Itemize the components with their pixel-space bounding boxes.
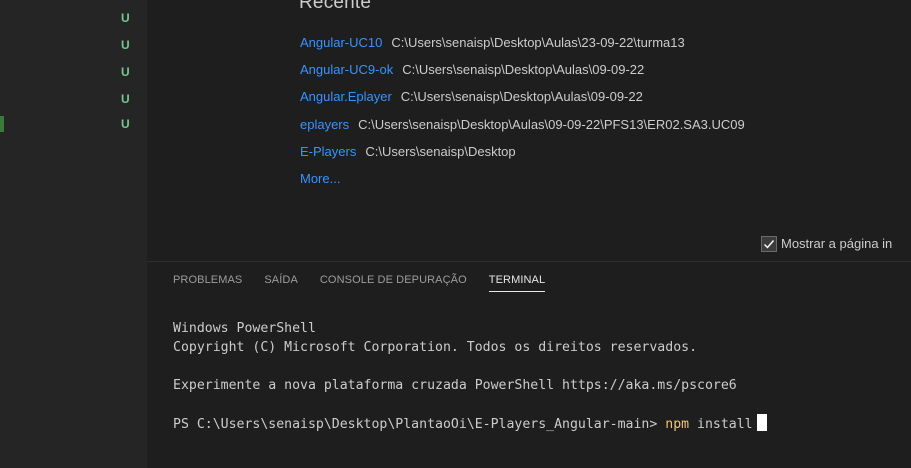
recent-folder-link[interactable]: Angular-UC10 bbox=[300, 35, 382, 50]
recent-heading: Recente bbox=[299, 0, 372, 13]
git-untracked-badge: U bbox=[121, 38, 130, 52]
terminal-line: Experimente a nova plataforma cruzada Po… bbox=[173, 378, 737, 393]
recent-item: eplayers C:\Users\senaisp\Desktop\Aulas\0… bbox=[300, 116, 745, 143]
bottom-panel: PROBLEMAS SAÍDA CONSOLE DE DEPURAÇÃO TER… bbox=[147, 261, 911, 468]
more-recent-link[interactable]: More... bbox=[300, 171, 340, 186]
show-welcome-checkbox[interactable] bbox=[761, 236, 777, 252]
tab-terminal[interactable]: TERMINAL bbox=[488, 274, 546, 292]
recent-folder-path: C:\Users\senaisp\Desktop bbox=[365, 143, 516, 159]
checkmark-icon bbox=[764, 240, 775, 249]
recent-folder-path: C:\Users\senaisp\Desktop\Aulas\09-09-22\… bbox=[358, 116, 745, 132]
recent-item: E-Players C:\Users\senaisp\Desktop bbox=[300, 143, 745, 170]
show-welcome-on-startup[interactable]: Mostrar a página in bbox=[761, 236, 892, 252]
terminal-line: Copyright (C) Microsoft Corporation. Tod… bbox=[173, 340, 698, 355]
recent-folder-path: C:\Users\senaisp\Desktop\Aulas\23-09-22\… bbox=[391, 35, 685, 50]
tab-problems[interactable]: PROBLEMAS bbox=[173, 274, 242, 292]
terminal-prompt: PS C:\Users\senaisp\Desktop\PlantaoOi\E-… bbox=[173, 417, 666, 432]
recent-folder-path: C:\Users\senaisp\Desktop\Aulas\09-09-22 bbox=[400, 89, 643, 105]
show-welcome-label: Mostrar a página in bbox=[781, 236, 893, 251]
recent-folder-link[interactable]: E-Players bbox=[300, 144, 356, 159]
explorer-sidebar: U U U U U bbox=[0, 0, 147, 468]
git-untracked-badge: U bbox=[121, 11, 130, 25]
terminal-output[interactable]: Windows PowerShell Copyright (C) Microsof… bbox=[173, 319, 767, 434]
terminal-command-args: install bbox=[689, 417, 753, 432]
terminal-line: Windows PowerShell bbox=[173, 321, 316, 336]
recent-item: Angular.Eplayer C:\Users\senaisp\Desktop\… bbox=[300, 88, 745, 115]
explorer-item-indicator bbox=[0, 116, 4, 132]
git-untracked-badge: U bbox=[121, 117, 130, 131]
git-untracked-badge: U bbox=[121, 92, 130, 106]
recent-folder-link[interactable]: Angular-UC9-ok bbox=[300, 62, 393, 77]
tab-output[interactable]: SAÍDA bbox=[264, 274, 298, 292]
recent-item: More... bbox=[300, 170, 745, 197]
terminal-prompt-line[interactable]: PS C:\Users\senaisp\Desktop\PlantaoOi\E-… bbox=[173, 414, 767, 434]
git-untracked-badge: U bbox=[121, 65, 130, 79]
recent-item: Angular-UC9-ok C:\Users\senaisp\Desktop\A… bbox=[300, 61, 745, 88]
recent-folder-path: C:\Users\senaisp\Desktop\Aulas\09-09-22 bbox=[402, 62, 645, 78]
panel-tabs: PROBLEMAS SAÍDA CONSOLE DE DEPURAÇÃO TER… bbox=[173, 274, 567, 292]
recent-item: Angular-UC10 C:\Users\senaisp\Desktop\Aul… bbox=[300, 34, 745, 61]
recent-folder-link[interactable]: eplayers bbox=[300, 117, 349, 132]
recent-folder-link[interactable]: Angular.Eplayer bbox=[300, 89, 392, 104]
tab-debug-console[interactable]: CONSOLE DE DEPURAÇÃO bbox=[320, 274, 467, 292]
welcome-page: Recente Angular-UC10 C:\Users\senaisp\Des… bbox=[147, 0, 911, 261]
recent-list: Angular-UC10 C:\Users\senaisp\Desktop\Aul… bbox=[300, 34, 745, 197]
terminal-cursor bbox=[756, 414, 767, 431]
terminal-command: npm bbox=[665, 417, 690, 432]
